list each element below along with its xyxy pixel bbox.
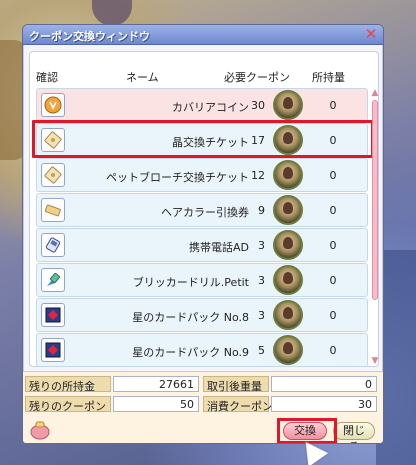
item-required-coupons: 9 [258, 204, 265, 217]
table-row[interactable]: 晶交換チケット 17 0 [36, 123, 368, 157]
table-row[interactable]: ヘアカラー引換券 9 0 [36, 193, 368, 227]
item-required-coupons: 3 [258, 309, 265, 322]
table-row[interactable]: 星のカードパック No.8 3 0 [36, 298, 368, 332]
item-name: ブリッカードリル.Petit [132, 276, 249, 289]
footer-panel: 残りの所持金 27661 取引後重量 0 残りのクーポン 50 消費クーポン 3… [23, 371, 383, 443]
bag-icon [30, 421, 50, 440]
trade-weight-value: 0 [271, 376, 377, 392]
item-name: 星のカードパック No.8 [132, 311, 249, 324]
item-name: ヘアカラー引換券 [161, 206, 249, 219]
scroll-up-icon[interactable]: ▲ [370, 88, 380, 98]
coupon-icon [273, 160, 303, 190]
table-row[interactable]: カバリアコイン 30 0 [36, 88, 368, 122]
item-owned: 0 [329, 344, 337, 357]
table-row[interactable]: 星のカードパック No.9 5 0 [36, 333, 368, 367]
window-titlebar[interactable]: クーポン交換ウィンドウ ✕ [23, 25, 383, 45]
scroll-down-icon[interactable]: ▼ [370, 356, 380, 366]
coin-icon [41, 93, 65, 117]
item-required-coupons: 12 [251, 169, 265, 182]
consumed-coupons-label: 消費クーポン [203, 396, 273, 413]
card-pack-icon [41, 303, 65, 327]
scrollbar[interactable]: ▲ ▼ [370, 88, 380, 366]
close-button[interactable]: 閉じる [333, 422, 375, 443]
card-pack-icon [41, 338, 65, 362]
coupon-icon [273, 125, 303, 155]
table-row[interactable]: ブリッカードリル.Petit 3 0 [36, 263, 368, 297]
coupon-icon [273, 230, 303, 260]
coupon-exchange-window: クーポン交換ウィンドウ ✕ 確認 ネーム 必要クーポン 所持量 カバリアコイン 3… [22, 24, 384, 444]
item-owned: 0 [329, 239, 337, 252]
table-row[interactable]: 携帯電話AD 3 0 [36, 228, 368, 262]
table-row[interactable]: ペットブローチ交換チケット 12 0 [36, 158, 368, 192]
held-amount-label: 残りの所持金 [25, 376, 111, 393]
phone-icon [41, 233, 65, 257]
header-required-coupons: 必要クーポン [224, 71, 290, 84]
header-owned: 所持量 [312, 71, 345, 84]
header-name: ネーム [126, 71, 159, 84]
item-required-coupons: 5 [258, 344, 265, 357]
item-name: 星のカードパック No.9 [132, 346, 249, 359]
item-required-coupons: 3 [258, 274, 265, 287]
item-required-coupons: 30 [251, 99, 265, 112]
background-decoration [92, 0, 132, 26]
held-amount-value: 27661 [113, 376, 199, 392]
table-header: 確認 ネーム 必要クーポン 所持量 [30, 52, 368, 86]
voucher-icon [41, 198, 65, 222]
scroll-thumb[interactable] [372, 100, 378, 300]
remaining-coupons-label: 残りのクーポン [25, 396, 111, 413]
remaining-coupons-value: 50 [113, 396, 199, 412]
coupon-icon [273, 195, 303, 225]
ticket-icon [41, 128, 65, 152]
coupon-icon [273, 300, 303, 330]
item-name: ペットブローチ交換チケット [106, 171, 249, 184]
consumed-coupons-value: 30 [271, 396, 377, 412]
header-confirm: 確認 [36, 71, 58, 84]
exchange-button[interactable]: 交換 [283, 422, 327, 440]
button-bar: 交換 閉じる [23, 418, 383, 443]
item-owned: 0 [329, 309, 337, 322]
ticket-icon [41, 163, 65, 187]
drill-icon [41, 268, 65, 292]
item-required-coupons: 3 [258, 239, 265, 252]
coupon-icon [273, 265, 303, 295]
item-list-panel: 確認 ネーム 必要クーポン 所持量 カバリアコイン 30 0 晶交換チケット 17 0 ペッ… [29, 51, 379, 367]
item-owned: 0 [329, 134, 337, 147]
item-owned: 0 [329, 169, 337, 182]
item-owned: 0 [329, 204, 337, 217]
item-owned: 0 [329, 274, 337, 287]
coupon-icon [273, 90, 303, 120]
coupon-icon [273, 335, 303, 365]
item-required-coupons: 17 [251, 134, 265, 147]
window-title: クーポン交換ウィンドウ [29, 30, 150, 43]
close-icon[interactable]: ✕ [363, 27, 379, 42]
trade-weight-label: 取引後重量 [203, 376, 269, 393]
item-owned: 0 [329, 99, 337, 112]
